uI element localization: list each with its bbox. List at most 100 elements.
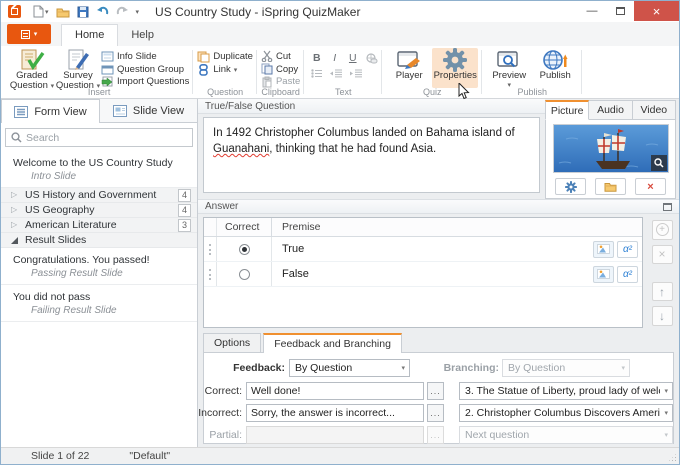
publish-button[interactable]: Publish: [532, 48, 578, 88]
save-button[interactable]: [77, 6, 89, 18]
sidebar: Form View Slide View Welcome to the US C…: [1, 99, 198, 447]
group-us-geography[interactable]: ▷ US Geography 4: [1, 203, 197, 218]
question-pane: True/False Question In 1492 Christopher …: [198, 99, 679, 447]
app-window: ▾ ▾ US Country Study - iSpring QuizMaker…: [0, 0, 680, 465]
incorrect-branch-dropdown[interactable]: 2. Christopher Columbus Discovers Americ…: [459, 404, 673, 422]
link-caret-icon: ▾: [233, 66, 238, 74]
tab-form-view[interactable]: Form View: [1, 99, 100, 123]
chevron-down-icon: ▾: [401, 365, 405, 372]
undo-button[interactable]: [96, 6, 109, 17]
group-label-question: Question: [207, 87, 244, 97]
incorrect-feedback-input[interactable]: [246, 404, 424, 422]
drag-handle[interactable]: [204, 262, 217, 286]
branching-mode-dropdown[interactable]: By Question ▾: [502, 359, 630, 377]
misspelled-word: Guanahani: [213, 143, 270, 155]
bullet-list-button[interactable]: [311, 69, 323, 78]
group-us-history[interactable]: ▷ US History and Government 4: [1, 188, 197, 203]
info-slide-icon: [101, 51, 114, 62]
player-button[interactable]: Player: [386, 48, 432, 88]
folder-icon: [604, 183, 617, 192]
bold-button[interactable]: B: [311, 52, 322, 64]
minimize-button[interactable]: —: [578, 1, 606, 21]
group-result-slides[interactable]: Result Slides: [1, 233, 197, 248]
group-question: Duplicate Link ▾ Question: [193, 46, 257, 98]
app-logo-icon: [8, 5, 21, 18]
redo-button[interactable]: [116, 6, 129, 17]
question-section-header: True/False Question: [198, 99, 545, 114]
resize-grip[interactable]: [668, 453, 677, 462]
maximize-icon: [615, 7, 625, 15]
correct-radio-true[interactable]: [238, 243, 250, 255]
group-american-literature[interactable]: ▷ American Literature 3: [1, 218, 197, 233]
tab-help[interactable]: Help: [118, 25, 167, 46]
duplicate-button[interactable]: Duplicate: [197, 50, 253, 63]
info-slide-button[interactable]: Info Slide: [101, 50, 189, 63]
expand-answer-icon[interactable]: [663, 202, 672, 211]
picture-browse-button[interactable]: [595, 178, 626, 195]
slide-item-failing-result[interactable]: You did not pass Failing Result Slide: [1, 285, 197, 322]
zoom-picture-button[interactable]: [650, 155, 667, 171]
status-bar: Slide 1 of 22 "Default": [1, 447, 679, 464]
tab-picture[interactable]: Picture: [545, 100, 590, 120]
survey-question-button[interactable]: Survey Question ▾: [55, 48, 101, 91]
row-image-button[interactable]: [593, 265, 614, 283]
add-answer-button[interactable]: +: [651, 220, 673, 240]
tab-video[interactable]: Video: [632, 100, 676, 120]
row-equation-button[interactable]: α²: [617, 240, 638, 258]
slide-counter: Slide 1 of 22: [31, 450, 90, 462]
chevron-down-icon: ▾: [621, 365, 625, 372]
underline-button[interactable]: U: [347, 52, 358, 64]
row-equation-button[interactable]: α²: [617, 265, 638, 283]
slide-item-passing-result[interactable]: Congratulations. You passed! Passing Res…: [1, 248, 197, 285]
new-document-button[interactable]: ▾: [33, 5, 49, 18]
answer-row-false[interactable]: False α²: [204, 262, 642, 287]
question-text-editor[interactable]: In 1492 Christopher Columbus landed on B…: [203, 117, 540, 193]
tab-slide-view[interactable]: Slide View: [100, 99, 197, 123]
correct-feedback-input[interactable]: [246, 382, 424, 400]
application-menu-button[interactable]: ▾: [7, 24, 51, 44]
cut-button[interactable]: Cut: [261, 50, 300, 63]
search-input[interactable]: [26, 131, 187, 144]
picture-thumbnail: [552, 124, 669, 173]
correct-radio-false[interactable]: [238, 268, 250, 280]
question-group-icon: [101, 65, 114, 74]
properties-button[interactable]: Properties: [432, 48, 479, 100]
correct-branch-dropdown[interactable]: 3. The Statue of Liberty, proud lady of …: [459, 382, 673, 400]
tab-feedback-branching[interactable]: Feedback and Branching: [263, 333, 402, 353]
picture-delete-button[interactable]: ×: [635, 178, 666, 195]
copy-button[interactable]: Copy: [261, 63, 300, 76]
preview-button[interactable]: Preview ▾: [486, 48, 532, 89]
answer-row-true[interactable]: True α²: [204, 237, 642, 262]
picture-settings-button[interactable]: [555, 178, 586, 195]
player-icon: [396, 49, 422, 71]
graded-question-button[interactable]: Graded Question ▾: [9, 48, 55, 91]
maximize-button[interactable]: [606, 1, 634, 21]
preview-icon: [497, 49, 521, 71]
answer-section-header: Answer: [198, 199, 679, 214]
decrease-indent-button[interactable]: [330, 69, 343, 78]
qat-more-button[interactable]: ▾: [136, 8, 140, 16]
correct-feedback-browse-button[interactable]: ...: [427, 382, 444, 400]
drag-handle[interactable]: [204, 237, 217, 261]
row-image-button[interactable]: [593, 240, 614, 258]
feedback-mode-dropdown[interactable]: By Question ▾: [289, 359, 410, 377]
app-menu-caret-icon: ▾: [33, 31, 38, 38]
close-button[interactable]: ×: [634, 1, 679, 21]
incorrect-feedback-browse-button[interactable]: ...: [427, 404, 444, 422]
italic-button[interactable]: I: [329, 52, 340, 64]
open-button[interactable]: [56, 6, 70, 18]
slide-item-intro[interactable]: Welcome to the US Country Study Intro Sl…: [1, 151, 197, 188]
delete-answer-button[interactable]: ×: [651, 244, 673, 265]
tree-expanded-icon: [11, 236, 18, 244]
tab-options[interactable]: Options: [203, 333, 262, 352]
tab-home[interactable]: Home: [61, 24, 119, 46]
count-badge: 3: [178, 218, 191, 232]
move-down-button[interactable]: ↓: [651, 306, 673, 326]
question-group-button[interactable]: Question Group: [101, 63, 189, 76]
tab-audio[interactable]: Audio: [589, 100, 633, 120]
move-up-button[interactable]: ↑: [651, 281, 673, 302]
increase-indent-button[interactable]: [350, 69, 363, 78]
link-button[interactable]: Link ▾: [197, 63, 253, 76]
hyperlink-button[interactable]: [365, 52, 378, 64]
incorrect-feedback-label: Incorrect:: [198, 407, 242, 419]
